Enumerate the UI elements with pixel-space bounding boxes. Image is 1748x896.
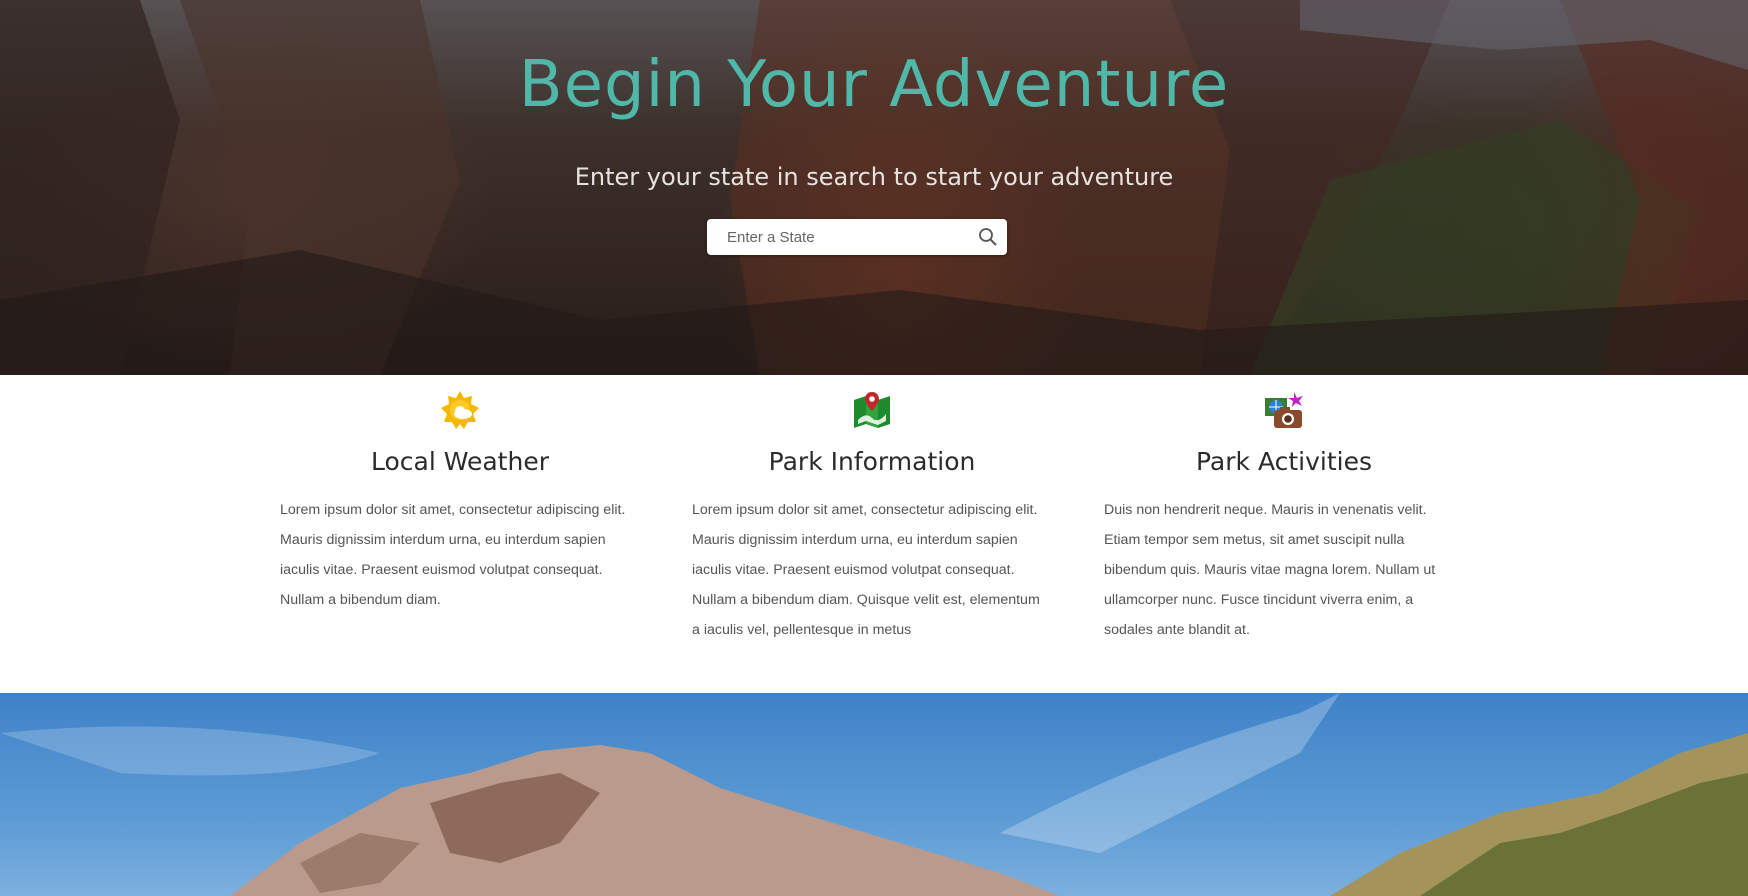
feature-description: Lorem ipsum dolor sit amet, consectetur … xyxy=(280,502,626,608)
feature-description: Duis non hendrerit neque. Mauris in vene… xyxy=(1104,502,1436,638)
mountain-banner xyxy=(0,693,1748,896)
mountain-background-image xyxy=(0,693,1748,896)
feature-title: Park Information xyxy=(768,447,976,476)
state-search-input[interactable] xyxy=(707,219,957,255)
search-icon[interactable] xyxy=(975,224,1001,250)
feature-title: Park Activities xyxy=(1195,447,1373,476)
weather-sun-cloud-icon xyxy=(440,390,480,430)
map-pin-icon xyxy=(852,390,892,430)
state-search-box xyxy=(707,219,1007,255)
hero-title: Begin Your Adventure xyxy=(518,48,1230,122)
hero-banner: Begin Your Adventure Enter your state in… xyxy=(0,0,1748,375)
hero-subtitle: Enter your state in search to start your… xyxy=(574,163,1174,191)
feature-description: Lorem ipsum dolor sit amet, consectetur … xyxy=(692,502,1040,638)
feature-title: Local Weather xyxy=(370,447,549,476)
features-section: Local Weather Lorem ipsum dolor sit amet… xyxy=(0,375,1748,693)
camera-globe-icon xyxy=(1264,390,1304,430)
